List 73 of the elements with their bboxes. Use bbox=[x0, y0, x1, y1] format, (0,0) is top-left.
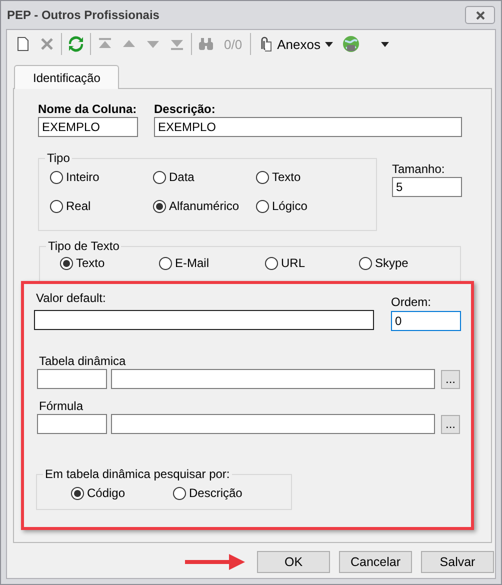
field-label: Tamanho: bbox=[392, 162, 446, 177]
radio-button[interactable] bbox=[50, 200, 63, 212]
browse-button[interactable]: ... bbox=[441, 414, 460, 434]
record-counter: 0/0 bbox=[223, 36, 244, 52]
radio-button[interactable] bbox=[50, 170, 63, 184]
radio-button[interactable] bbox=[153, 170, 166, 184]
radio-label: Descrição bbox=[189, 486, 242, 500]
code-field[interactable] bbox=[37, 369, 107, 389]
group-title: Tipo de Texto bbox=[47, 239, 120, 253]
radio-button[interactable] bbox=[256, 170, 269, 184]
default-value-field[interactable] bbox=[34, 310, 374, 330]
radio-button[interactable] bbox=[71, 486, 84, 500]
radio-option[interactable]: Real bbox=[50, 198, 153, 214]
radio-button[interactable] bbox=[159, 256, 172, 270]
order-field[interactable]: 0 bbox=[391, 311, 461, 331]
radio-label: E-Mail bbox=[175, 256, 210, 270]
radio-button[interactable] bbox=[256, 200, 269, 212]
radio-label: Lógico bbox=[272, 199, 308, 213]
radio-option[interactable]: Inteiro bbox=[50, 169, 153, 185]
binoculars-icon bbox=[198, 36, 214, 52]
radio-option[interactable]: URL bbox=[265, 255, 359, 271]
caret-icon bbox=[380, 40, 390, 48]
radio-button[interactable] bbox=[153, 200, 166, 212]
radio-label: Texto bbox=[272, 170, 301, 184]
radio-option[interactable]: Descrição bbox=[173, 485, 291, 501]
group-title: Em tabela dinâmica pesquisar por: bbox=[44, 467, 231, 481]
radio-option[interactable]: Alfanumérico bbox=[153, 198, 256, 214]
radio-label: URL bbox=[281, 256, 306, 270]
radio-option[interactable]: Skype bbox=[359, 255, 460, 271]
radio-button[interactable] bbox=[60, 256, 73, 270]
field-label: Ordem: bbox=[391, 295, 432, 310]
close-icon bbox=[474, 10, 486, 20]
description-field[interactable] bbox=[111, 414, 435, 434]
tab[interactable]: Identificação bbox=[14, 65, 120, 89]
radio-label: Skype bbox=[375, 256, 408, 270]
field-label: Nome da Coluna: bbox=[38, 102, 138, 117]
close-button[interactable] bbox=[465, 6, 495, 24]
radio-button[interactable] bbox=[359, 256, 372, 270]
refresh-icon bbox=[68, 36, 84, 52]
description-field[interactable]: EXEMPLO bbox=[154, 117, 462, 137]
radio-option[interactable]: E-Mail bbox=[159, 255, 265, 271]
radio-option[interactable]: Texto bbox=[256, 169, 376, 185]
radio-label: Data bbox=[169, 170, 194, 184]
field-label: Valor default: bbox=[36, 291, 107, 306]
group-title: Tipo bbox=[46, 151, 71, 165]
dialog-button[interactable]: Salvar bbox=[421, 551, 494, 573]
field-label: Tabela dinâmica bbox=[39, 354, 127, 369]
field-label: Descrição: bbox=[154, 102, 216, 117]
dialog-button[interactable]: Cancelar bbox=[339, 551, 412, 573]
radio-label: Código bbox=[87, 486, 126, 500]
document-icon bbox=[15, 36, 31, 52]
radio-label: Alfanumérico bbox=[169, 199, 240, 213]
size-field[interactable]: 5 bbox=[392, 177, 462, 197]
column-name-field[interactable]: EXEMPLO bbox=[38, 117, 138, 137]
field-label: Fórmula bbox=[39, 399, 84, 414]
radio-label: Texto bbox=[76, 256, 105, 270]
caret-icon bbox=[324, 40, 334, 48]
radio-button[interactable] bbox=[265, 256, 278, 270]
radio-label: Real bbox=[66, 199, 91, 213]
code-field[interactable] bbox=[37, 414, 107, 434]
dialog-button[interactable]: OK bbox=[257, 551, 330, 573]
description-field[interactable] bbox=[111, 369, 435, 389]
radio-option[interactable]: Texto bbox=[60, 255, 159, 271]
close-icon bbox=[39, 36, 55, 52]
attachments-button[interactable]: Anexos bbox=[253, 33, 338, 55]
radio-option[interactable]: Lógico bbox=[256, 198, 376, 214]
globe-icon bbox=[342, 35, 360, 53]
browse-button[interactable]: ... bbox=[441, 370, 460, 388]
radio-option[interactable]: Código bbox=[71, 485, 173, 501]
radio-button[interactable] bbox=[173, 486, 186, 500]
window-title: PEP - Outros Profissionais bbox=[7, 8, 160, 22]
radio-option[interactable]: Data bbox=[153, 169, 256, 185]
radio-label: Inteiro bbox=[66, 170, 100, 184]
